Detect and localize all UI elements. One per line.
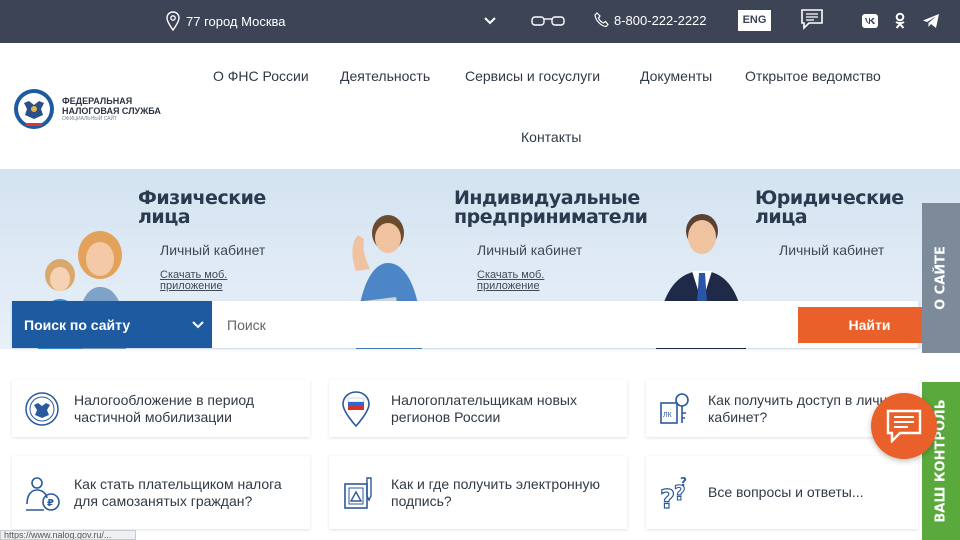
search-button[interactable]: Найти bbox=[798, 307, 941, 343]
category-title-entrepreneurs[interactable]: Индивидуальные предприниматели bbox=[454, 189, 648, 227]
logo-title-line2: НАЛОГОВАЯ СЛУЖБА bbox=[62, 105, 161, 116]
search-scope-label: Поиск по сайту bbox=[24, 316, 131, 333]
svg-text:?: ? bbox=[660, 485, 675, 512]
nav-open-agency[interactable]: Открытое ведомство bbox=[745, 68, 881, 84]
nav-activity[interactable]: Деятельность bbox=[340, 68, 430, 84]
fns-emblem-icon bbox=[14, 89, 54, 129]
nav-services[interactable]: Сервисы и госуслуги bbox=[465, 68, 600, 84]
chevron-down-icon bbox=[192, 321, 204, 329]
nav-contacts[interactable]: Контакты bbox=[521, 129, 581, 145]
quicklink-faq[interactable]: ? ? ? Все вопросы и ответы... bbox=[646, 456, 918, 529]
phone-link[interactable]: 8-800-222-2222 bbox=[594, 12, 707, 28]
individuals-cabinet-link[interactable]: Личный кабинет bbox=[160, 242, 265, 258]
flag-pin-icon bbox=[342, 390, 370, 427]
e-signature-icon bbox=[344, 476, 372, 509]
fns-emblem-icon bbox=[25, 391, 59, 426]
language-switch[interactable]: ENG bbox=[738, 10, 771, 31]
svg-text:?: ? bbox=[680, 475, 687, 489]
key-cabinet-icon: ЛК bbox=[660, 392, 689, 424]
feedback-icon[interactable] bbox=[800, 8, 824, 30]
location-selector[interactable]: 77 город Москва bbox=[166, 11, 286, 31]
quicklink-e-signature[interactable]: Как и где получить электронную подпись? bbox=[329, 456, 627, 529]
phone-number: 8-800-222-2222 bbox=[614, 12, 707, 28]
vk-icon[interactable] bbox=[862, 14, 878, 28]
chevron-down-icon[interactable] bbox=[484, 13, 496, 29]
about-site-tab-label: О САЙТЕ bbox=[933, 246, 949, 310]
quicklink-label: Все вопросы и ответы... bbox=[708, 484, 864, 500]
quicklink-label: Как стать плательщиком налога для самоза… bbox=[74, 475, 282, 509]
about-site-tab[interactable]: О САЙТЕ bbox=[922, 203, 960, 353]
map-pin-icon bbox=[166, 11, 180, 31]
self-employed-icon: ₽ bbox=[26, 476, 60, 511]
quicklink-mobilization[interactable]: Налогообложение в период частичной мобил… bbox=[12, 380, 310, 437]
entrepreneurs-app-link[interactable]: Скачать моб. приложение bbox=[477, 270, 544, 292]
glasses-icon[interactable] bbox=[531, 14, 565, 28]
nav-about[interactable]: О ФНС России bbox=[213, 68, 309, 84]
category-title-individuals[interactable]: Физические лица bbox=[138, 189, 266, 227]
phone-icon bbox=[594, 12, 609, 28]
quicklink-self-employed[interactable]: ₽ Как стать плательщиком налога для само… bbox=[12, 456, 310, 529]
location-label: 77 город Москва bbox=[186, 13, 286, 29]
quicklink-label: Налогоплательщикам новых регионов России bbox=[391, 391, 577, 425]
question-marks-icon: ? ? ? bbox=[659, 475, 687, 512]
status-url-tooltip: https://www.nalog.gov.ru/... bbox=[0, 530, 136, 540]
logo-subtitle: ОФИЦИАЛЬНЫЙ САЙТ bbox=[62, 115, 118, 122]
individuals-app-link[interactable]: Скачать моб. приложение bbox=[160, 270, 227, 292]
logo-title-line1: ФЕДЕРАЛЬНАЯ bbox=[62, 95, 133, 106]
chat-icon bbox=[886, 409, 922, 443]
quicklink-new-regions[interactable]: Налогоплательщикам новых регионов России bbox=[329, 380, 627, 437]
legal-entities-cabinet-link[interactable]: Личный кабинет bbox=[779, 242, 884, 258]
chat-widget-button[interactable] bbox=[871, 393, 937, 459]
top-bar: 77 город Москва 8-800-222-2222 ENG bbox=[0, 0, 960, 43]
odnoklassniki-icon[interactable] bbox=[894, 12, 906, 30]
fns-logo[interactable]: ФЕДЕРАЛЬНАЯ НАЛОГОВАЯ СЛУЖБА ОФИЦИАЛЬНЫЙ… bbox=[12, 87, 161, 131]
search-scope-dropdown[interactable]: Поиск по сайту bbox=[12, 301, 212, 348]
search-bar: Поиск по сайту Найти bbox=[12, 301, 941, 348]
entrepreneurs-cabinet-link[interactable]: Личный кабинет bbox=[477, 242, 582, 258]
svg-text:₽: ₽ bbox=[47, 498, 54, 509]
nav-documents[interactable]: Документы bbox=[640, 68, 712, 84]
category-title-legal-entities[interactable]: Юридические лица bbox=[755, 189, 904, 227]
quicklink-label: Как и где получить электронную подпись? bbox=[391, 475, 600, 509]
quicklink-label: Налогообложение в период частичной мобил… bbox=[74, 391, 255, 425]
search-input[interactable] bbox=[212, 301, 796, 348]
svg-text:ЛК: ЛК bbox=[663, 412, 673, 419]
site-header: ФЕДЕРАЛЬНАЯ НАЛОГОВАЯ СЛУЖБА ОФИЦИАЛЬНЫЙ… bbox=[0, 43, 960, 169]
telegram-icon[interactable] bbox=[922, 13, 940, 29]
